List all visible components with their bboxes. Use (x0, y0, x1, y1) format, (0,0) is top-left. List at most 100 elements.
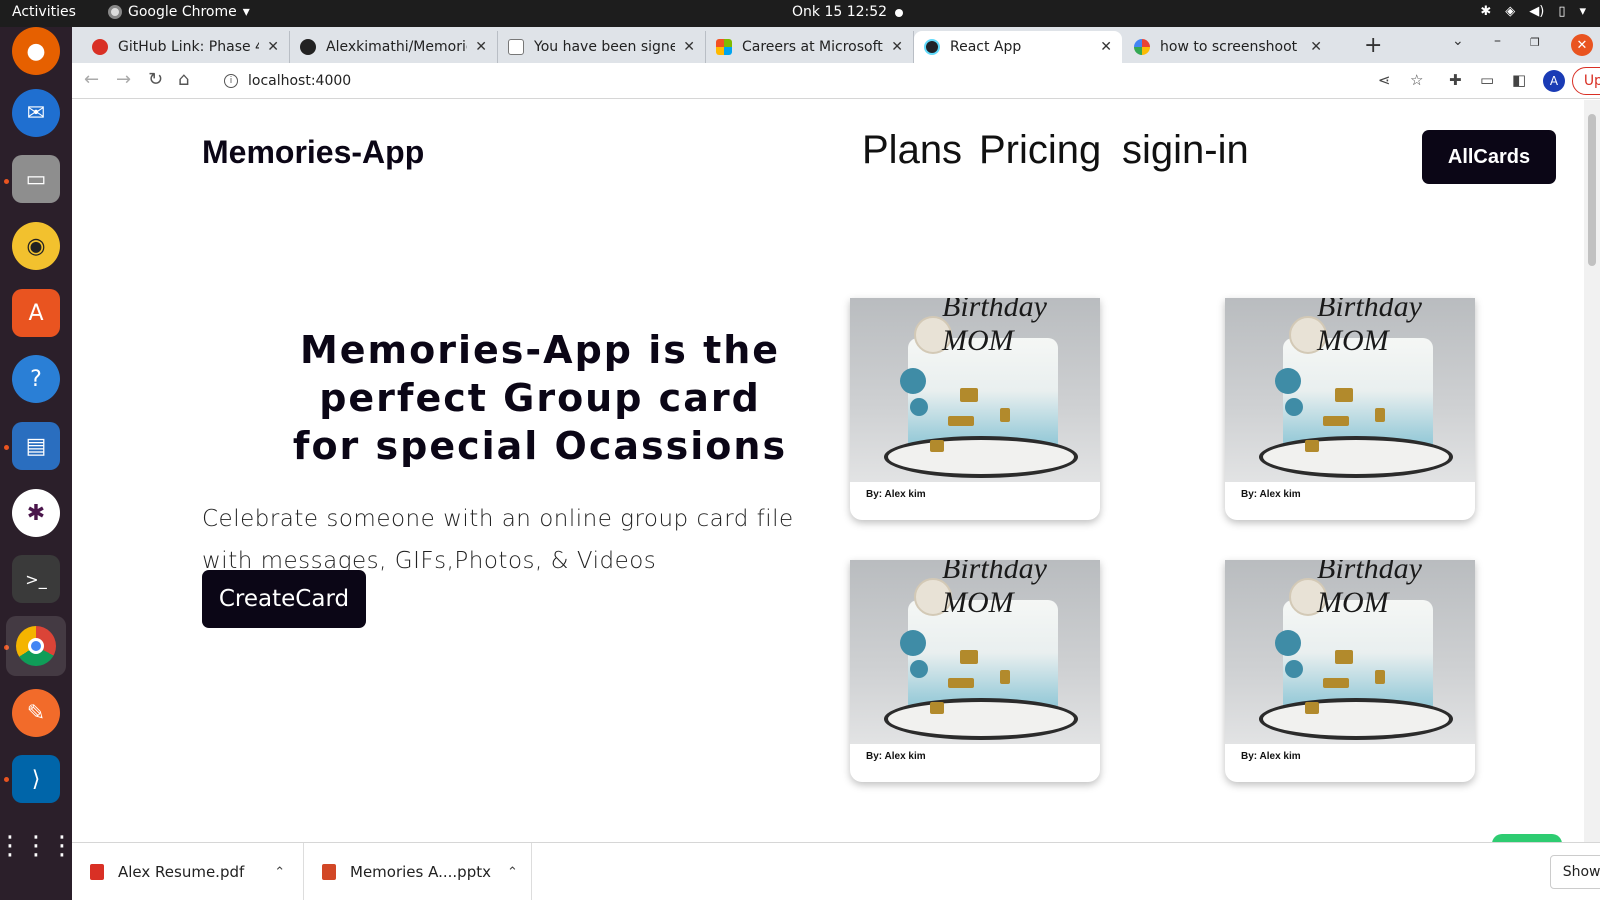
floating-widget[interactable] (1492, 834, 1562, 842)
battery-icon[interactable]: ▯ (1558, 4, 1565, 19)
bookmark-star-icon[interactable]: ☆ (1410, 71, 1423, 89)
hero-title: Memories-App is the perfect Group card f… (292, 328, 788, 468)
back-icon[interactable]: ← (84, 69, 99, 90)
tab-title: how to screenshoot u (1160, 39, 1303, 55)
tab-search-icon[interactable]: ⌄ (1452, 33, 1464, 49)
tab-title: GitHub Link: Phase 4 | (118, 39, 260, 55)
show-all-button[interactable]: Show all (1550, 855, 1600, 889)
caret-down-icon: ▾ (242, 4, 250, 20)
postman-icon[interactable]: ✎ (12, 689, 60, 737)
close-icon[interactable]: ✕ (1310, 39, 1322, 55)
terminal-icon[interactable]: >_ (12, 555, 60, 603)
side-panel-icon[interactable]: ◧ (1512, 71, 1526, 89)
tab-microsoft-careers[interactable]: Careers at Microsoft | ✕ (706, 31, 914, 63)
card-author: By: Alex kim (866, 751, 926, 762)
update-button[interactable]: Update ⋮ (1572, 67, 1600, 95)
close-icon[interactable]: ✕ (475, 39, 487, 55)
download-filename: Memories A....pptx (350, 863, 491, 881)
software-center-icon[interactable]: A (12, 289, 60, 337)
restore-icon[interactable]: ❐ (1530, 36, 1540, 49)
memory-card[interactable]: Birthday MOM By: Alex kim (850, 298, 1100, 520)
pptx-file-icon (322, 864, 336, 880)
google-icon (1134, 39, 1150, 55)
brand-logo[interactable]: Memories-App (202, 134, 424, 171)
vscode-icon[interactable]: ⟩ (12, 755, 60, 803)
card-author: By: Alex kim (866, 489, 926, 500)
tab-google-search[interactable]: how to screenshoot u ✕ (1124, 31, 1332, 63)
writer-icon[interactable]: ▤ (12, 422, 60, 470)
cake-image: Birthday MOM (850, 298, 1100, 482)
volume-icon[interactable]: ◀) (1529, 4, 1544, 19)
close-icon[interactable]: ✕ (891, 39, 903, 55)
extensions-icon[interactable]: ✚ (1449, 71, 1462, 89)
reload-icon[interactable]: ↻ (148, 69, 163, 90)
notification-dot (895, 9, 903, 17)
url-text: localhost:4000 (248, 73, 352, 89)
rhythmbox-icon[interactable]: ◉ (12, 222, 60, 270)
memory-card[interactable]: Birthday MOM By: Alex kim (850, 560, 1100, 782)
clock[interactable]: Onk 15 12:52 (792, 4, 887, 20)
allcards-button[interactable]: AllCards (1422, 130, 1556, 184)
memory-card[interactable]: Birthday MOM By: Alex kim (1225, 560, 1475, 782)
create-card-button[interactable]: CreateCard (202, 570, 366, 628)
app-menu[interactable]: Google Chrome ▾ (108, 4, 250, 20)
scrollbar-thumb[interactable] (1588, 114, 1596, 266)
home-icon[interactable]: ⌂ (178, 69, 189, 90)
system-top-bar: Activities Google Chrome ▾ Onk 15 12:52 … (0, 0, 1600, 27)
tab-title: Alexkimathi/Memorie (326, 39, 468, 55)
files-icon[interactable]: ▭ (12, 155, 60, 203)
card-author: By: Alex kim (1241, 751, 1301, 762)
download-shelf: Alex Resume.pdf ⌃ Memories A....pptx ⌃ S… (72, 842, 1600, 900)
forward-icon[interactable]: → (116, 69, 131, 90)
nav-sign-in[interactable]: sigin-in (1122, 128, 1249, 173)
help-icon[interactable]: ? (12, 355, 60, 403)
close-icon[interactable]: ✕ (1100, 39, 1112, 55)
memory-card[interactable]: Birthday MOM By: Alex kim (1225, 298, 1475, 520)
share-icon[interactable]: ⋖ (1378, 71, 1391, 89)
power-menu-icon[interactable]: ▾ (1579, 4, 1586, 19)
chrome-dock-icon[interactable] (6, 616, 66, 676)
cast-icon[interactable]: ▭ (1480, 71, 1494, 89)
window-close-icon[interactable]: ✕ (1571, 34, 1593, 56)
page-viewport: Memories-App Plans Pricing sigin-in AllC… (72, 100, 1584, 842)
app-menu-label: Google Chrome (128, 4, 237, 20)
chevron-up-icon[interactable]: ⌃ (274, 865, 285, 880)
thunderbird-icon[interactable]: ✉ (12, 89, 60, 137)
download-filename: Alex Resume.pdf (118, 863, 245, 881)
github-icon (300, 39, 316, 55)
browser-toolbar: ← → ↻ ⌂ i localhost:4000 ⋖ ☆ ✚ ▭ ◧ A Upd… (72, 63, 1600, 99)
microsoft-icon (716, 39, 732, 55)
favicon-icon (92, 39, 108, 55)
profile-avatar[interactable]: A (1543, 70, 1565, 92)
nav-plans[interactable]: Plans (862, 128, 962, 173)
firefox-icon[interactable]: ● (12, 27, 60, 75)
show-apps-icon[interactable]: ⋮⋮⋮ (0, 822, 75, 870)
card-author: By: Alex kim (1241, 489, 1301, 500)
activities-button[interactable]: Activities (12, 4, 76, 20)
address-bar[interactable]: i localhost:4000 (212, 67, 1402, 95)
system-tray[interactable]: ✱ ◈ ◀) ▯ ▾ (1480, 4, 1586, 19)
update-label: Update (1583, 73, 1600, 89)
site-info-icon[interactable]: i (224, 74, 238, 88)
tab-react-app[interactable]: React App ✕ (914, 31, 1122, 63)
running-indicator (4, 445, 9, 450)
close-icon[interactable]: ✕ (267, 39, 279, 55)
minimize-icon[interactable]: – (1494, 33, 1501, 49)
tab-title: You have been signed (534, 39, 676, 55)
close-icon[interactable]: ✕ (683, 39, 695, 55)
slack-tray-icon[interactable]: ✱ (1480, 4, 1491, 19)
running-indicator (4, 179, 9, 184)
ubuntu-dock: ● ✉ ▭ ◉ A ? ▤ ✱ >_ ✎ ⟩ ⋮⋮⋮ (0, 27, 75, 900)
chevron-up-icon[interactable]: ⌃ (507, 865, 518, 880)
slack-icon[interactable]: ✱ (12, 489, 60, 537)
cake-image: Birthday MOM (1225, 560, 1475, 744)
tab-memories-repo[interactable]: Alexkimathi/Memorie ✕ (290, 31, 498, 63)
tab-signed-out[interactable]: You have been signed ✕ (498, 31, 706, 63)
download-item-resume[interactable]: Alex Resume.pdf ⌃ (72, 843, 304, 900)
page-icon (508, 39, 524, 55)
download-item-pptx[interactable]: Memories A....pptx ⌃ (304, 843, 532, 900)
wifi-icon[interactable]: ◈ (1505, 4, 1515, 19)
tab-github-link[interactable]: GitHub Link: Phase 4 | ✕ (82, 31, 290, 63)
nav-pricing[interactable]: Pricing (979, 128, 1101, 173)
new-tab-button[interactable]: + (1364, 33, 1382, 58)
